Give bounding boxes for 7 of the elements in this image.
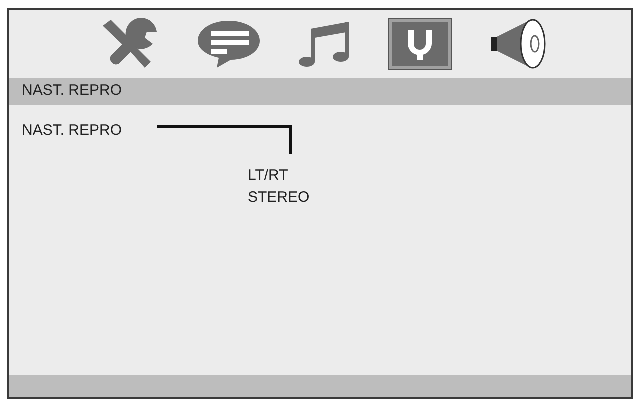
setting-label: NAST. REPRO — [22, 122, 122, 139]
header-title: NAST. REPRO — [22, 81, 122, 102]
music-note-icon — [299, 19, 351, 69]
speech-bubble-icon — [197, 19, 261, 69]
option-item[interactable]: LT/RT — [248, 165, 288, 187]
speaker-icon — [489, 18, 547, 70]
option-item[interactable]: STEREO — [248, 187, 310, 209]
